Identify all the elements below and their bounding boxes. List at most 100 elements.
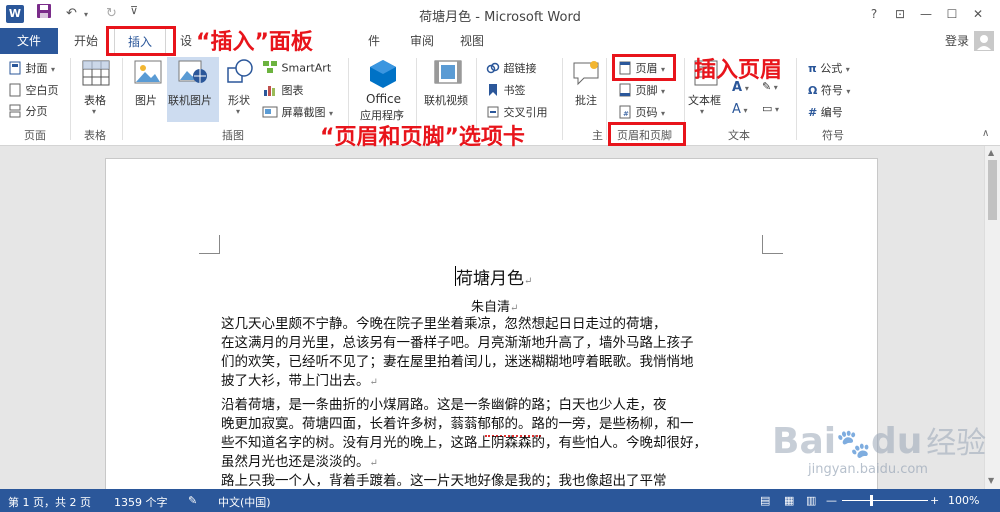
document-line[interactable]: 晚更加寂寞。荷塘四面，长着许多树，蓊蓊郁郁的。路的一旁，是些杨柳，和一: [221, 415, 694, 434]
online-video-icon[interactable]: [434, 60, 462, 87]
maximize-button[interactable]: ☐: [940, 4, 964, 24]
cover-page-label: 封面: [25, 62, 48, 75]
numbering-button[interactable]: # 编号: [808, 104, 843, 120]
cover-page-button[interactable]: 封面 ▾: [8, 60, 55, 78]
symbol-button[interactable]: Ω 符号 ▾: [808, 82, 850, 98]
paw-icon: 🐾: [836, 427, 871, 460]
tab-mailings[interactable]: 件: [368, 32, 380, 49]
document-line[interactable]: 在这满月的月光里，总该另有一番样子吧。月亮渐渐地升高了，墙外马路上孩子: [221, 334, 694, 353]
cover-page-icon: [8, 61, 22, 78]
proofing-icon[interactable]: ✎: [188, 494, 197, 507]
tab-file[interactable]: 文件: [0, 28, 58, 54]
collapse-ribbon-icon[interactable]: ∧: [982, 128, 989, 139]
footer-icon: [618, 83, 632, 100]
scroll-up-icon[interactable]: ▲: [988, 148, 994, 157]
date-time-button[interactable]: ▭ ▾: [762, 102, 779, 115]
dropcap-button[interactable]: A ▾: [732, 102, 747, 117]
document-line-text: 披了大衫，带上门出去。: [221, 373, 370, 389]
equation-button[interactable]: π 公式 ▾: [808, 60, 850, 76]
shapes-icon[interactable]: [226, 58, 254, 89]
cross-reference-label: 交叉引用: [503, 106, 548, 119]
chart-button[interactable]: 图表: [262, 82, 304, 100]
hyperlink-button[interactable]: 超链接: [486, 60, 537, 78]
login-link[interactable]: 登录: [945, 32, 969, 49]
page-break-button[interactable]: 分页: [8, 103, 48, 121]
web-layout-icon[interactable]: ▥: [806, 494, 816, 507]
document-line[interactable]: 披了大衫，带上门出去。↵: [221, 372, 378, 392]
header-footer-group-highlight-box: [608, 122, 686, 146]
zoom-slider[interactable]: [842, 500, 928, 501]
zoom-slider-thumb[interactable]: [870, 495, 873, 506]
group-label-pages: 页面: [24, 129, 46, 142]
tab-home[interactable]: 开始: [74, 32, 98, 49]
ribbon-display-options-button[interactable]: ⊡: [888, 4, 912, 24]
picture-icon[interactable]: [134, 58, 162, 89]
help-button[interactable]: ?: [862, 4, 886, 24]
document-line[interactable]: 们的欢笑，已经听不见了；妻在屋里拍着闰儿，迷迷糊糊地哼着眠歌。我悄悄地: [221, 353, 694, 372]
comment-icon[interactable]: [572, 60, 600, 89]
user-avatar-icon[interactable]: [974, 31, 994, 51]
group-label-text: 文本: [728, 129, 750, 142]
baidu-jingyan-text: 经验: [926, 426, 987, 461]
chart-icon: [262, 83, 278, 100]
online-video-button[interactable]: 联机视频: [424, 92, 468, 108]
tab-review[interactable]: 审阅: [410, 32, 434, 49]
document-author[interactable]: 朱自清↵: [471, 296, 518, 315]
page-number-button[interactable]: # 页码 ▾: [618, 104, 665, 122]
shapes-dropdown-icon[interactable]: ▾: [236, 107, 240, 116]
blank-page-label: 空白页: [25, 84, 59, 97]
language[interactable]: 中文(中国): [218, 494, 271, 510]
table-icon[interactable]: [82, 60, 110, 89]
table-dropdown-icon[interactable]: ▾: [92, 107, 96, 116]
text-cursor: [455, 266, 456, 286]
blank-page-button[interactable]: 空白页: [8, 82, 59, 100]
baidu-watermark-url: jingyan.baidu.com: [808, 462, 928, 477]
footer-label: 页脚: [635, 84, 658, 97]
insert-tab-highlight-box: [106, 26, 176, 56]
footer-button[interactable]: 页脚 ▾: [618, 82, 665, 100]
textbox-dropdown-icon[interactable]: ▾: [700, 107, 704, 116]
paragraph-mark: ↵: [369, 377, 378, 388]
bookmark-label: 书签: [503, 84, 526, 97]
document-line[interactable]: 些不知道名字的树。没有月光的晚上，这路上阴森森的，有些怕人。今晚却很好，: [221, 434, 707, 453]
group-label-tables: 表格: [84, 129, 106, 142]
zoom-out-button[interactable]: —: [826, 494, 837, 507]
ribbon-separator: [122, 58, 123, 140]
office-apps-icon[interactable]: [368, 58, 398, 93]
page-number-icon: #: [618, 105, 632, 122]
minimize-button[interactable]: —: [914, 4, 938, 24]
zoom-level[interactable]: 100%: [948, 494, 979, 507]
word-count[interactable]: 1359 个字: [114, 494, 168, 510]
vertical-scrollbar[interactable]: ▲ ▼: [984, 146, 1000, 489]
scroll-down-icon[interactable]: ▼: [988, 476, 994, 485]
tab-design[interactable]: 设: [180, 32, 192, 49]
office-apps-button[interactable]: Office: [366, 92, 401, 106]
shapes-button[interactable]: 形状: [228, 92, 250, 108]
document-title[interactable]: 荷塘月色↵: [456, 264, 532, 289]
textbox-button[interactable]: 文本框: [688, 92, 721, 108]
read-mode-icon[interactable]: ▤: [760, 494, 770, 507]
ribbon-separator: [70, 58, 71, 140]
baidu-logo-text: Bai: [772, 421, 837, 462]
smartart-button[interactable]: SmartArt: [262, 60, 331, 77]
insert-panel-annotation: “插入”面板: [196, 30, 313, 55]
scroll-thumb[interactable]: [988, 160, 997, 220]
print-layout-icon[interactable]: ▦: [784, 494, 794, 507]
document-line[interactable]: 虽然月光也还是淡淡的。↵: [221, 453, 378, 473]
pi-icon: π: [808, 62, 817, 75]
table-button[interactable]: 表格: [84, 92, 106, 108]
close-button[interactable]: ✕: [966, 4, 990, 24]
bookmark-button[interactable]: 书签: [486, 82, 526, 100]
document-line[interactable]: 沿着荷塘，是一条曲折的小煤屑路。这是一条幽僻的路；白天也少人走，夜: [221, 396, 667, 415]
picture-button[interactable]: 图片: [135, 92, 157, 108]
window-title: 荷塘月色 - Microsoft Word: [419, 10, 581, 25]
tab-view[interactable]: 视图: [460, 32, 484, 49]
document-line[interactable]: 这几天心里颇不宁静。今晚在院子里坐着乘凉，忽然想起日日走过的荷塘，: [221, 315, 667, 334]
zoom-in-button[interactable]: +: [930, 494, 939, 507]
online-picture-button[interactable]: 联机图片: [168, 92, 212, 108]
smartart-label: SmartArt: [281, 61, 332, 75]
screenshot-label: 屏幕截图: [281, 106, 326, 119]
comment-button[interactable]: 批注: [575, 92, 597, 108]
document-author-text: 朱自清: [471, 300, 511, 315]
page-count[interactable]: 第 1 页，共 2 页: [8, 494, 91, 510]
